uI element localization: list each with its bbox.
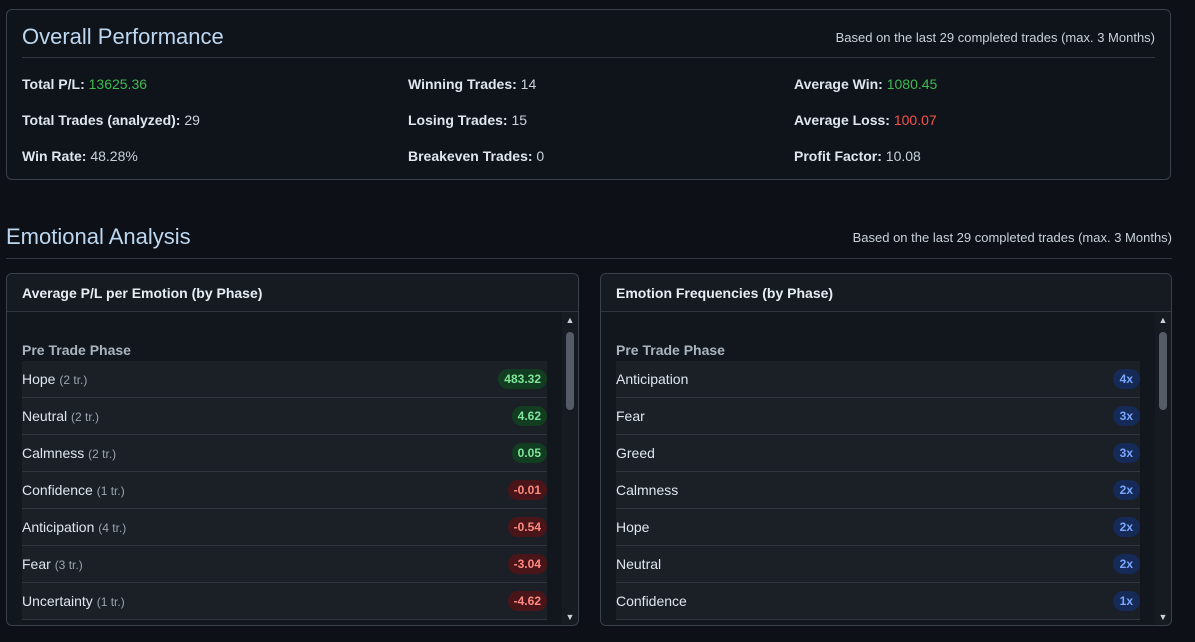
trade-count: (2 tr.) [59,373,88,387]
divider [6,258,1172,259]
emotion-name: Confidence (1 tr.) [22,482,125,498]
scrollbar[interactable]: ▲ ▼ [1157,314,1169,623]
emotion-label: Confidence [616,593,687,609]
list-item: Anticipation 4x [616,361,1140,398]
overall-performance-title: Overall Performance [22,24,224,49]
list-item: Hope 2x [616,509,1140,546]
list-item: Greed 3x [616,435,1140,472]
divider [22,57,1155,58]
overall-performance-card: Overall Performance Based on the last 29… [6,9,1171,180]
emotion-frequency-scroll-area[interactable]: Pre Trade Phase Anticipation 4x Fear 3x Gree… [601,312,1155,625]
stat-total-pl: Total P/L: 13625.36 [22,76,148,92]
scrollbar[interactable]: ▲ ▼ [564,314,576,623]
avg-pl-badge: -0.54 [507,517,547,537]
list-item: Neutral (2 tr.) 4.62 [22,398,547,435]
scroll-up-icon[interactable]: ▲ [1157,314,1169,326]
avg-pl-badge: -4.62 [507,591,547,611]
avg-pl-scroll-area[interactable]: Pre Trade Phase Hope (2 tr.) 483.32 Neutra… [7,312,562,625]
trade-count: (2 tr.) [71,410,100,424]
overall-performance-note: Based on the last 29 completed trades (m… [835,30,1155,45]
stat-win-rate: Win Rate: 48.28% [22,148,138,164]
emotion-name: Uncertainty (1 tr.) [22,593,125,609]
panel-header: Average P/L per Emotion (by Phase) [7,274,578,312]
frequency-badge: 2x [1112,517,1140,537]
emotion-label: Neutral [22,408,68,424]
avg-pl-badge: -3.04 [507,554,547,574]
phase-title: Pre Trade Phase [616,342,725,358]
trade-count: (1 tr.) [96,595,125,609]
trade-count: (1 tr.) [96,484,125,498]
stat-average-loss: Average Loss: 100.07 [794,112,937,128]
stat-average-win: Average Win: 1080.45 [794,76,938,92]
list-item: Fear (3 tr.) -3.04 [22,546,547,583]
avg-pl-badge: -0.01 [507,480,547,500]
emotion-label: Confidence [22,482,93,498]
list-item: Neutral 2x [616,546,1140,583]
stat-losing-trades: Losing Trades: 15 [408,112,528,128]
avg-pl-badge: 0.05 [511,443,547,463]
avg-pl-badge: 483.32 [498,369,547,389]
emotion-name: Calmness (2 tr.) [22,445,116,461]
list-item: Fear 3x [616,398,1140,435]
emotion-label: Uncertainty [22,593,93,609]
frequency-badge: 3x [1112,443,1140,463]
trade-count: (2 tr.) [88,447,117,461]
stat-total-trades: Total Trades (analyzed): 29 [22,112,200,128]
emotion-label: Anticipation [616,371,689,387]
emotion-label: Fear [616,408,645,424]
avg-pl-panel: Average P/L per Emotion (by Phase) Pre T… [6,273,579,626]
scroll-down-icon[interactable]: ▼ [1157,611,1169,623]
emotion-name: Neutral (2 tr.) [22,408,99,424]
phase-title: Pre Trade Phase [22,342,131,358]
emotion-label: Hope [616,519,650,535]
scroll-down-icon[interactable]: ▼ [564,611,576,623]
emotion-label: Fear [22,556,51,572]
scroll-up-icon[interactable]: ▲ [564,314,576,326]
emotional-analysis-note: Based on the last 29 completed trades (m… [852,230,1172,245]
avg-pl-panel-title: Average P/L per Emotion (by Phase) [22,285,263,301]
list-item: Confidence (1 tr.) -0.01 [22,472,547,509]
list-item: Calmness 2x [616,472,1140,509]
scroll-thumb[interactable] [1159,332,1167,410]
frequency-badge: 4x [1112,369,1140,389]
avg-pl-list: Hope (2 tr.) 483.32 Neutral (2 tr.) 4.62 Cal… [22,361,547,620]
frequency-badge: 2x [1112,480,1140,500]
emotion-label: Anticipation [22,519,95,535]
emotion-frequency-panel-title: Emotion Frequencies (by Phase) [616,285,834,301]
stat-profit-factor: Profit Factor: 10.08 [794,148,921,164]
list-item: Hope (2 tr.) 483.32 [22,361,547,398]
trade-count: (4 tr.) [98,521,127,535]
stat-breakeven-trades: Breakeven Trades: 0 [408,148,545,164]
total-pl-value: 13625.36 [88,76,148,92]
stat-winning-trades: Winning Trades: 14 [408,76,537,92]
emotion-label: Calmness [22,445,85,461]
emotion-label: Greed [616,445,655,461]
emotion-name: Fear (3 tr.) [22,556,83,572]
emotion-name: Hope (2 tr.) [22,371,87,387]
emotion-label: Calmness [616,482,679,498]
panel-header: Emotion Frequencies (by Phase) [601,274,1171,312]
avg-pl-badge: 4.62 [511,406,547,426]
frequency-badge: 1x [1112,591,1140,611]
frequency-badge: 3x [1112,406,1140,426]
emotion-label: Neutral [616,556,662,572]
emotional-analysis-title: Emotional Analysis [6,224,191,249]
frequency-badge: 2x [1112,554,1140,574]
list-item: Uncertainty (1 tr.) -4.62 [22,583,547,620]
emotion-name: Anticipation (4 tr.) [22,519,126,535]
list-item: Anticipation (4 tr.) -0.54 [22,509,547,546]
emotion-frequency-panel: Emotion Frequencies (by Phase) Pre Trade… [600,273,1172,626]
scroll-thumb[interactable] [566,332,574,410]
emotion-frequency-list: Anticipation 4x Fear 3x Greed 3x Calmness 2x Hop… [616,361,1140,620]
emotion-label: Hope [22,371,56,387]
trade-count: (3 tr.) [54,558,83,572]
list-item: Calmness (2 tr.) 0.05 [22,435,547,472]
list-item: Confidence 1x [616,583,1140,620]
